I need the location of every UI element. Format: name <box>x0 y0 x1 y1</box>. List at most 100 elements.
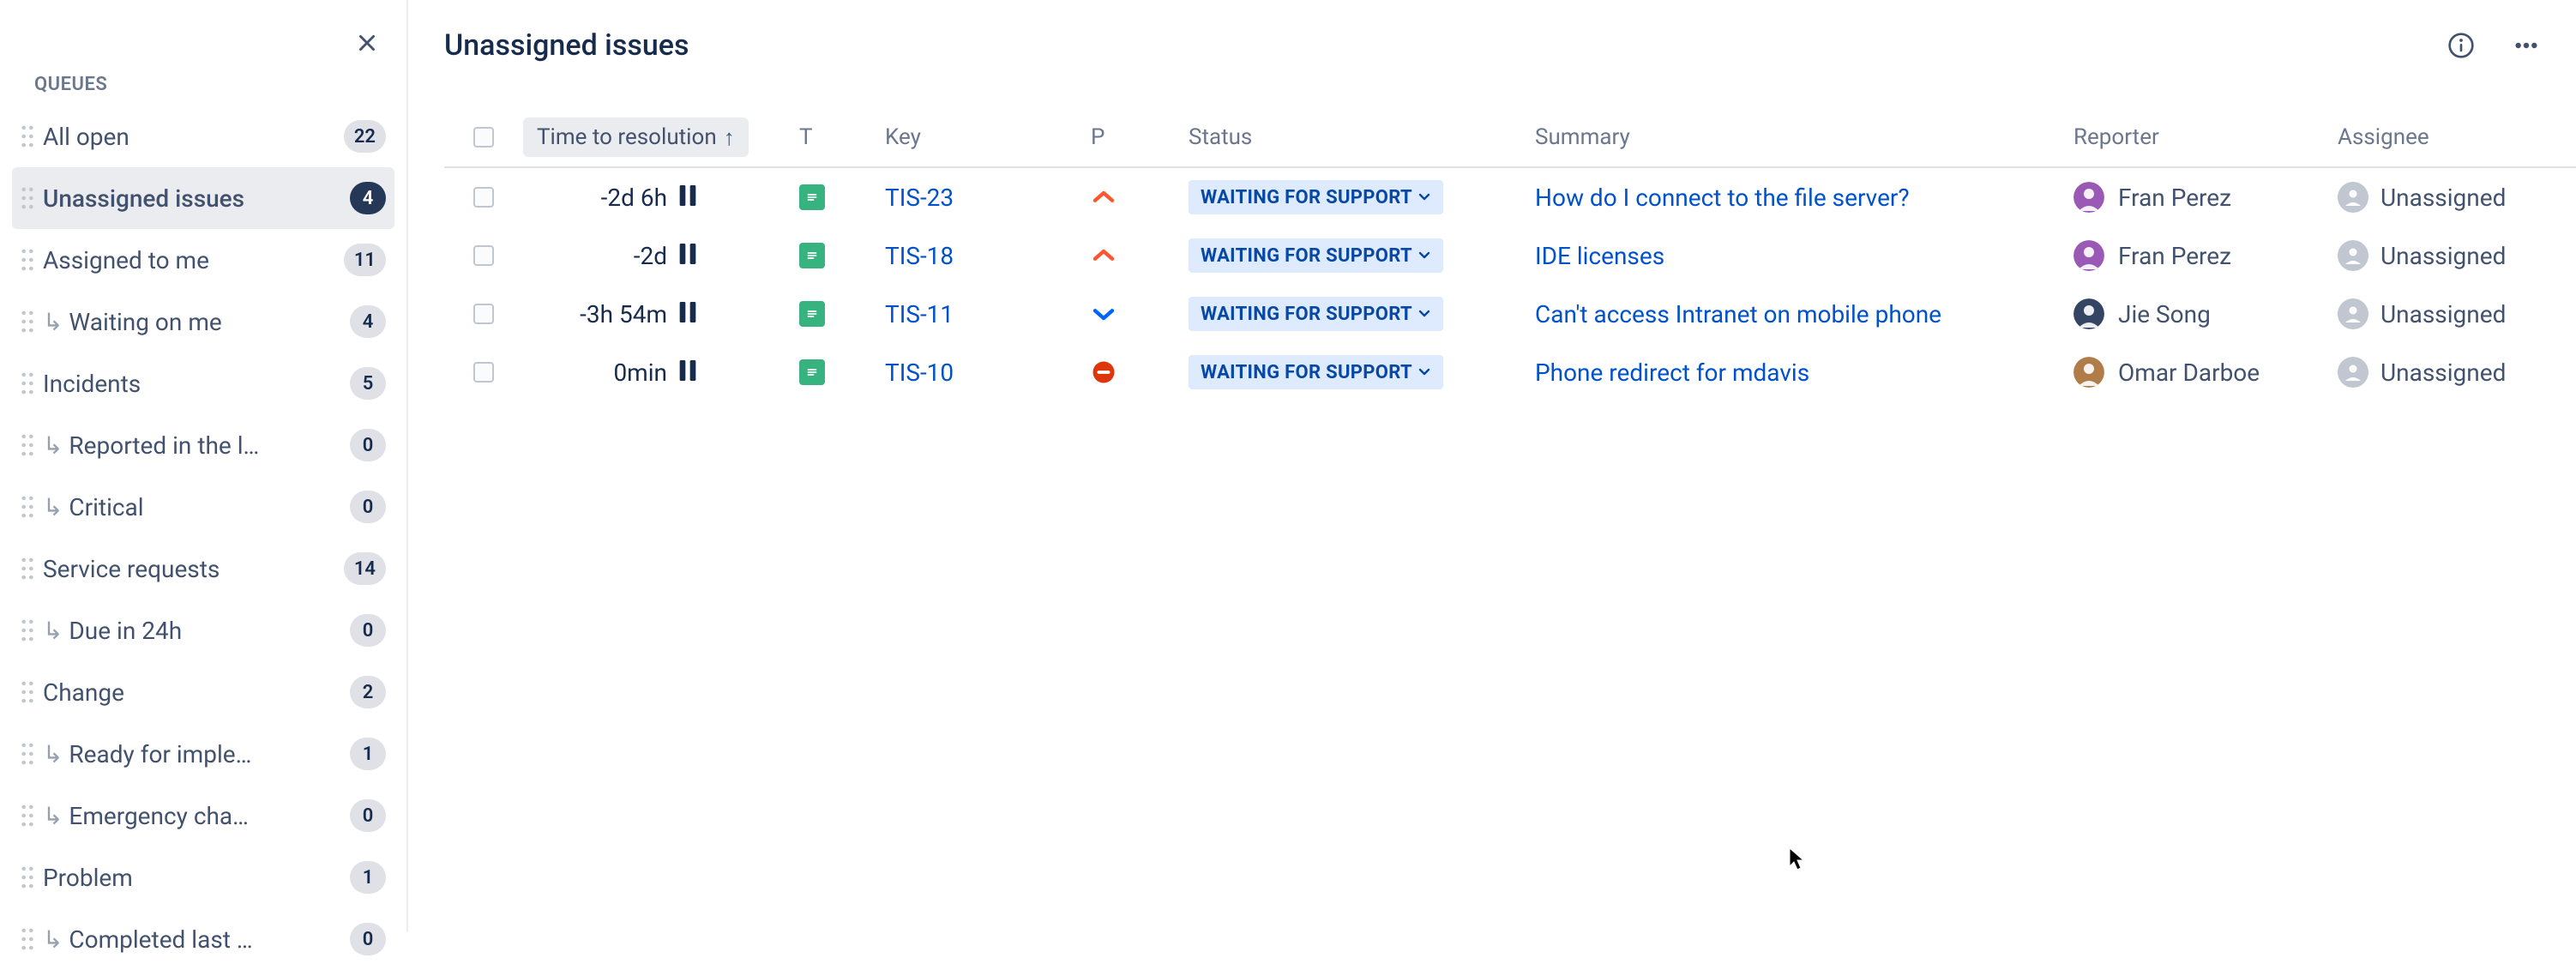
queue-item-label: ↳ Completed last … <box>43 925 350 954</box>
queue-item-count: 0 <box>350 429 386 461</box>
sidebar-queue-item[interactable]: Unassigned issues4 <box>12 167 394 229</box>
queue-item-label: All open <box>43 123 344 151</box>
assignee-name: Unassigned <box>2380 242 2506 270</box>
queue-item-label: Service requests <box>43 555 344 583</box>
sort-time-button[interactable]: Time to resolution ↑ <box>523 117 749 157</box>
col-header-priority[interactable]: P <box>1091 124 1189 150</box>
sidebar-queue-item[interactable]: ↳ Waiting on me4 <box>12 291 394 352</box>
issue-key-link[interactable]: TIS-10 <box>885 358 954 387</box>
drag-handle-icon[interactable] <box>12 187 43 209</box>
more-actions-button[interactable] <box>2509 28 2543 63</box>
queue-list: All open22Unassigned issues4Assigned to … <box>12 105 394 970</box>
queue-item-count: 4 <box>350 305 386 338</box>
sidebar-queue-item[interactable]: Problem1 <box>12 846 394 908</box>
status-badge[interactable]: WAITING FOR SUPPORT <box>1189 180 1443 214</box>
col-header-key[interactable]: Key <box>885 124 1091 150</box>
col-header-type[interactable]: T <box>799 124 885 150</box>
drag-handle-icon[interactable] <box>12 557 43 580</box>
drag-handle-icon[interactable] <box>12 804 43 827</box>
drag-handle-icon[interactable] <box>12 496 43 518</box>
reporter-name: Jie Song <box>2118 300 2211 328</box>
chevron-down-icon <box>1417 304 1431 325</box>
table-header-row: Time to resolution ↑ T Key P Status Summ… <box>444 108 2576 168</box>
status-badge[interactable]: WAITING FOR SUPPORT <box>1189 355 1443 389</box>
queue-item-count: 14 <box>344 552 386 585</box>
issue-summary-link[interactable]: How do I connect to the file server? <box>1535 184 1910 212</box>
issue-type-icon <box>799 184 825 210</box>
reporter-avatar <box>2073 240 2104 271</box>
sidebar-queue-item[interactable]: ↳ Due in 24h0 <box>12 599 394 661</box>
select-all-cell <box>451 127 516 148</box>
issue-key-link[interactable]: TIS-18 <box>885 242 954 270</box>
issue-summary-link[interactable]: Phone redirect for mdavis <box>1535 358 1809 387</box>
row-checkbox[interactable] <box>473 245 494 266</box>
child-indent-icon: ↳ <box>43 925 69 954</box>
sidebar-queue-item[interactable]: Change2 <box>12 661 394 723</box>
col-header-status[interactable]: Status <box>1189 124 1535 150</box>
issue-summary-link[interactable]: IDE licenses <box>1535 242 1664 270</box>
sidebar-queue-item[interactable]: ↳ Ready for imple…1 <box>12 723 394 785</box>
drag-handle-icon[interactable] <box>12 310 43 333</box>
queue-item-label: ↳ Ready for imple… <box>43 740 350 768</box>
queue-item-count: 0 <box>350 491 386 523</box>
cursor-pointer-icon <box>1789 847 1806 871</box>
queue-item-count: 1 <box>350 738 386 770</box>
sidebar-queue-item[interactable]: All open22 <box>12 105 394 167</box>
table-row[interactable]: 0minTIS-10WAITING FOR SUPPORTPhone redir… <box>444 343 2576 401</box>
info-icon <box>2447 32 2475 59</box>
time-to-resolution: -2d 6h <box>516 184 799 212</box>
close-icon <box>356 32 378 54</box>
drag-handle-icon[interactable] <box>12 249 43 271</box>
chevron-down-icon <box>1417 362 1431 383</box>
status-badge[interactable]: WAITING FOR SUPPORT <box>1189 238 1443 273</box>
table-row[interactable]: -2d TIS-18 WAITING FOR SUPPORT IDE licenses… <box>444 226 2576 285</box>
close-sidebar-button[interactable] <box>352 27 382 58</box>
drag-handle-icon[interactable] <box>12 372 43 395</box>
row-checkbox[interactable] <box>473 187 494 208</box>
pause-icon <box>679 242 696 270</box>
drag-handle-icon[interactable] <box>12 681 43 703</box>
status-badge[interactable]: WAITING FOR SUPPORT <box>1189 297 1443 331</box>
col-header-reporter[interactable]: Reporter <box>2073 124 2338 150</box>
sidebar-queue-item[interactable]: Incidents5 <box>12 352 394 414</box>
queue-item-label: ↳ Due in 24h <box>43 617 350 645</box>
drag-handle-icon[interactable] <box>12 434 43 456</box>
drag-handle-icon[interactable] <box>12 866 43 889</box>
sidebar-queue-item[interactable]: ↳ Critical0 <box>12 476 394 538</box>
col-header-summary[interactable]: Summary <box>1535 124 2073 150</box>
select-all-checkbox[interactable] <box>473 127 494 148</box>
table-row[interactable]: -2d 6h TIS-23 WAITING FOR SUPPORT How do I … <box>444 168 2576 226</box>
issue-key-link[interactable]: TIS-23 <box>885 184 954 212</box>
sidebar-queue-item[interactable]: ↳ Emergency cha…0 <box>12 785 394 846</box>
child-indent-icon: ↳ <box>43 740 69 768</box>
row-checkbox[interactable] <box>473 362 494 383</box>
queue-item-label: Incidents <box>43 370 350 398</box>
sidebar-queue-item[interactable]: ↳ Completed last …0 <box>12 908 394 970</box>
queue-item-label: ↳ Critical <box>43 493 350 521</box>
time-to-resolution: -3h 54m <box>516 300 799 328</box>
chevron-down-icon <box>1417 187 1431 208</box>
info-button[interactable] <box>2444 28 2478 63</box>
drag-handle-icon[interactable] <box>12 619 43 642</box>
reporter-name: Fran Perez <box>2118 184 2231 212</box>
drag-handle-icon[interactable] <box>12 125 43 148</box>
priority-icon <box>1091 301 1116 327</box>
drag-handle-icon[interactable] <box>12 743 43 765</box>
col-header-assignee[interactable]: Assignee <box>2338 124 2555 150</box>
pause-icon <box>679 358 696 387</box>
time-to-resolution: -2d <box>516 242 799 270</box>
header-actions <box>2444 28 2543 63</box>
assignee-name: Unassigned <box>2380 300 2506 328</box>
col-time-label: Time to resolution <box>537 124 717 150</box>
queue-item-label: Problem <box>43 864 350 892</box>
issue-key-link[interactable]: TIS-11 <box>885 300 954 328</box>
sidebar: QUEUES All open22Unassigned issues4Assig… <box>0 0 408 931</box>
issue-summary-link[interactable]: Can't access Intranet on mobile phone <box>1535 300 1941 328</box>
priority-icon <box>1091 184 1116 210</box>
sidebar-queue-item[interactable]: Service requests14 <box>12 538 394 599</box>
table-row[interactable]: -3h 54m TIS-11 WAITING FOR SUPPORT Can't ac… <box>444 285 2576 343</box>
row-checkbox[interactable] <box>473 304 494 324</box>
sidebar-queue-item[interactable]: ↳ Reported in the l…0 <box>12 414 394 476</box>
reporter-name: Fran Perez <box>2118 242 2231 270</box>
sidebar-queue-item[interactable]: Assigned to me11 <box>12 229 394 291</box>
